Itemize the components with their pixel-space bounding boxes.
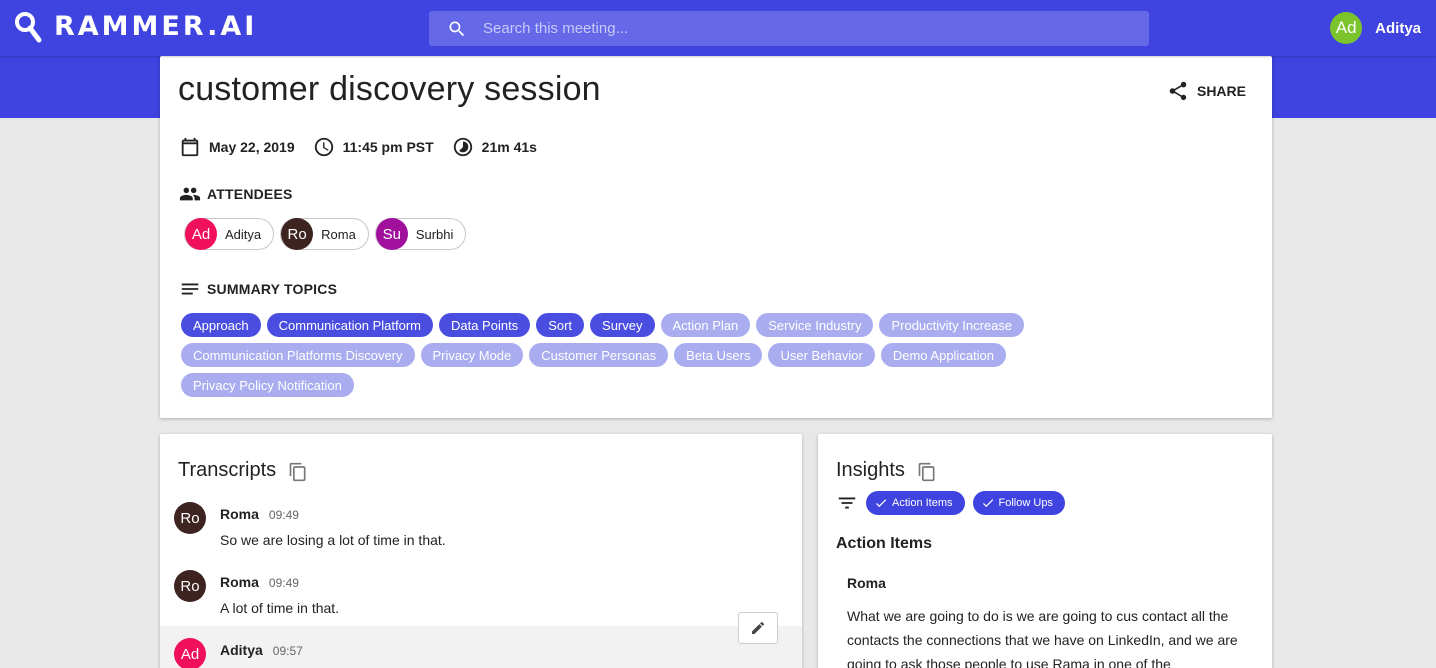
edit-button[interactable]	[738, 612, 778, 644]
speaker-name: Aditya	[220, 642, 263, 658]
people-icon	[179, 187, 201, 201]
meeting-card: customer discovery session SHARE May 22,…	[160, 56, 1272, 418]
filter-label: Follow Ups	[998, 497, 1053, 509]
speaker-name: Roma	[220, 506, 259, 522]
copy-icon[interactable]	[917, 462, 937, 482]
calendar-icon	[181, 137, 199, 157]
attendee-chip[interactable]: Su Surbhi	[374, 218, 467, 250]
timelapse-icon	[453, 137, 472, 157]
topic-chip[interactable]: Privacy Mode	[420, 343, 524, 367]
topic-chip[interactable]: Beta Users	[674, 343, 763, 367]
filter-icon[interactable]	[836, 492, 858, 514]
user-menu[interactable]: Ad Aditya	[1330, 12, 1421, 44]
avatar: Ro	[281, 218, 314, 250]
avatar: Ad	[174, 638, 206, 668]
attendee-list: Ad Aditya Ro Roma Su Surbhi	[184, 218, 472, 250]
duration-text: 21m 41s	[481, 139, 537, 155]
search-bar[interactable]	[429, 11, 1149, 46]
time-text: 11:45 pm PST	[342, 139, 434, 155]
attendee-chip[interactable]: Ro Roma	[280, 218, 369, 250]
summary-label: SUMMARY TOPICS	[207, 281, 338, 297]
speaker-line: Roma 09:49	[220, 574, 299, 590]
insight-speaker: Roma	[847, 575, 886, 591]
logo[interactable]: RAMMER.AI	[14, 10, 257, 44]
logo-text: RAMMER.AI	[54, 11, 258, 42]
filter-chip-action-items[interactable]: Action Items	[866, 491, 965, 515]
page-title: customer discovery session	[178, 70, 601, 108]
search-icon	[449, 21, 465, 36]
share-label: SHARE	[1196, 83, 1246, 99]
topic-chip[interactable]: Sort	[536, 313, 585, 337]
speaker-line: Aditya 09:57	[220, 642, 303, 658]
avatar: Su	[375, 218, 408, 250]
filter-label: Action Items	[892, 497, 953, 509]
top-app-bar: RAMMER.AI Ad Aditya	[0, 0, 1436, 56]
topic-chip[interactable]: Approach	[181, 313, 261, 337]
attendee-name: Roma	[321, 226, 356, 242]
topic-chip[interactable]: Action Plan	[660, 313, 751, 337]
speaker-line: Roma 09:49	[220, 506, 299, 522]
check-icon	[982, 499, 993, 508]
topic-chip[interactable]: Survey	[590, 313, 655, 337]
topic-chip[interactable]: Demo Application	[880, 343, 1007, 367]
insight-text: What we are going to do is we are going …	[847, 608, 1238, 668]
clock-icon	[314, 137, 333, 157]
attendees-heading: ATTENDEES	[179, 183, 293, 205]
topic-chip[interactable]: Productivity Increase	[879, 313, 1025, 337]
meeting-meta: May 22, 2019 11:45 pm PST 21m 41s	[179, 136, 555, 158]
insights-title: Insights	[836, 458, 905, 481]
insights-card: Insights Action Items Follow Ups Action …	[818, 434, 1272, 668]
attendee-name: Surbhi	[415, 226, 454, 242]
date-text: May 22, 2019	[209, 139, 295, 155]
topic-chip[interactable]: User Behavior	[768, 343, 875, 367]
transcripts-title: Transcripts	[178, 458, 277, 481]
topic-chip[interactable]: Communication Platforms Discovery	[181, 343, 415, 367]
summary-heading: SUMMARY TOPICS	[179, 278, 337, 300]
share-button[interactable]: SHARE	[1167, 80, 1246, 102]
transcripts-heading: Transcripts	[178, 458, 308, 482]
check-icon	[875, 499, 887, 508]
search-logo-icon	[15, 12, 42, 43]
message-time: 09:49	[268, 576, 299, 590]
insights-heading: Insights	[836, 458, 937, 482]
avatar: Ad	[185, 218, 217, 250]
user-avatar[interactable]: Ad	[1330, 12, 1363, 44]
topic-list: Approach Communication Platform Data Poi…	[181, 313, 1061, 403]
message-time: 09:49	[268, 508, 299, 522]
attendees-label: ATTENDEES	[207, 186, 293, 202]
avatar: Ro	[174, 502, 206, 534]
pencil-icon	[752, 621, 765, 634]
message-time: 09:57	[272, 644, 303, 658]
notes-icon	[181, 283, 199, 295]
attendee-name: Aditya	[225, 226, 262, 242]
topic-chip[interactable]: Data Points	[438, 313, 531, 337]
topic-chip[interactable]: Communication Platform	[266, 313, 433, 337]
transcript-message-active[interactable]: Ad Aditya 09:57	[160, 626, 802, 668]
speaker-name: Roma	[220, 574, 259, 590]
topic-chip[interactable]: Privacy Policy Notification	[181, 373, 354, 397]
transcripts-card: Transcripts Ro Roma 09:49 So we are losin…	[160, 434, 802, 668]
meeting-date: May 22, 2019	[179, 136, 295, 158]
action-items-heading: Action Items	[836, 535, 933, 552]
copy-icon[interactable]	[288, 462, 308, 482]
share-icon	[1169, 81, 1187, 101]
topic-chip[interactable]: Service Industry	[756, 313, 874, 337]
user-name: Aditya	[1375, 19, 1421, 37]
avatar: Ro	[174, 570, 206, 602]
search-input[interactable]	[483, 20, 1083, 37]
message-text: A lot of time in that.	[220, 600, 340, 616]
topic-chip[interactable]: Customer Personas	[529, 343, 669, 367]
meeting-duration: 21m 41s	[452, 136, 537, 158]
insight-filters: Action Items Follow Ups	[836, 491, 1065, 515]
transcript-message: Ro Roma 09:49 So we are losing a lot of t…	[174, 502, 802, 570]
filter-chip-follow-ups[interactable]: Follow Ups	[972, 491, 1065, 515]
meeting-time: 11:45 pm PST	[313, 136, 434, 158]
attendee-chip[interactable]: Ad Aditya	[184, 218, 275, 250]
message-text: So we are losing a lot of time in that.	[220, 532, 446, 548]
